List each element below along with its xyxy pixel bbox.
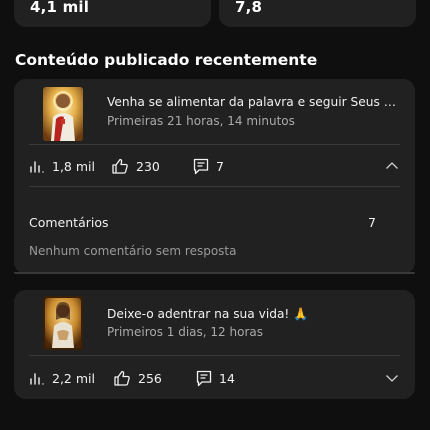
views-metric: 1,8 mil (29, 154, 95, 178)
stat-card-left[interactable]: 4,1 mil (14, 0, 211, 27)
comment-icon (196, 370, 212, 387)
likes-metric: 256 (113, 366, 162, 390)
chevron-up-icon[interactable] (384, 158, 400, 174)
thumbs-up-icon (113, 369, 131, 387)
likes-metric: 230 (111, 154, 160, 178)
views-count: 1,8 mil (52, 158, 95, 174)
video-card: Deixe-o adentrar na sua vida! 🙏 Primeiro… (14, 290, 415, 399)
video-thumbnail[interactable] (43, 296, 83, 350)
comments-empty-text: Nenhum comentário sem resposta (29, 244, 237, 258)
likes-count: 230 (136, 158, 160, 174)
card-bottom-border (14, 272, 415, 274)
chevron-down-icon[interactable] (384, 370, 400, 386)
video-subtitle: Primeiros 1 dias, 12 horas (107, 325, 263, 339)
comment-icon (193, 158, 209, 175)
video-title[interactable]: Venha se alimentar da palavra e seguir S… (107, 95, 403, 109)
views-count: 2,2 mil (52, 370, 95, 386)
comments-metric: 7 (193, 154, 224, 178)
bar-chart-icon (29, 370, 45, 386)
comments-panel-label: Comentários (29, 215, 109, 230)
divider (29, 355, 400, 356)
section-title: Conteúdo publicado recentemente (15, 51, 318, 69)
likes-count: 256 (138, 370, 162, 386)
views-metric: 2,2 mil (29, 366, 95, 390)
stat-card-right[interactable]: 7,8 (219, 0, 416, 27)
comments-count: 7 (216, 158, 224, 174)
video-thumbnail[interactable] (43, 87, 83, 141)
bar-chart-icon (29, 158, 45, 174)
divider (29, 144, 400, 145)
video-metrics: 2,2 mil 256 14 (29, 366, 400, 390)
video-metrics: 1,8 mil 230 7 (29, 154, 400, 178)
divider (29, 186, 400, 187)
video-card: Venha se alimentar da palavra e seguir S… (14, 79, 415, 274)
analytics-page: 4,1 mil 7,8 Conteúdo publicado recenteme… (0, 0, 430, 430)
video-subtitle: Primeiras 21 horas, 14 minutos (107, 114, 295, 128)
video-title[interactable]: Deixe-o adentrar na sua vida! 🙏 (107, 307, 403, 321)
comments-panel-count: 7 (368, 215, 376, 230)
comments-metric: 14 (196, 366, 235, 390)
stat-value-left: 4,1 mil (30, 0, 90, 16)
stat-value-right: 7,8 (235, 0, 263, 16)
thumbs-up-icon (111, 157, 129, 175)
comments-count: 14 (219, 370, 235, 386)
